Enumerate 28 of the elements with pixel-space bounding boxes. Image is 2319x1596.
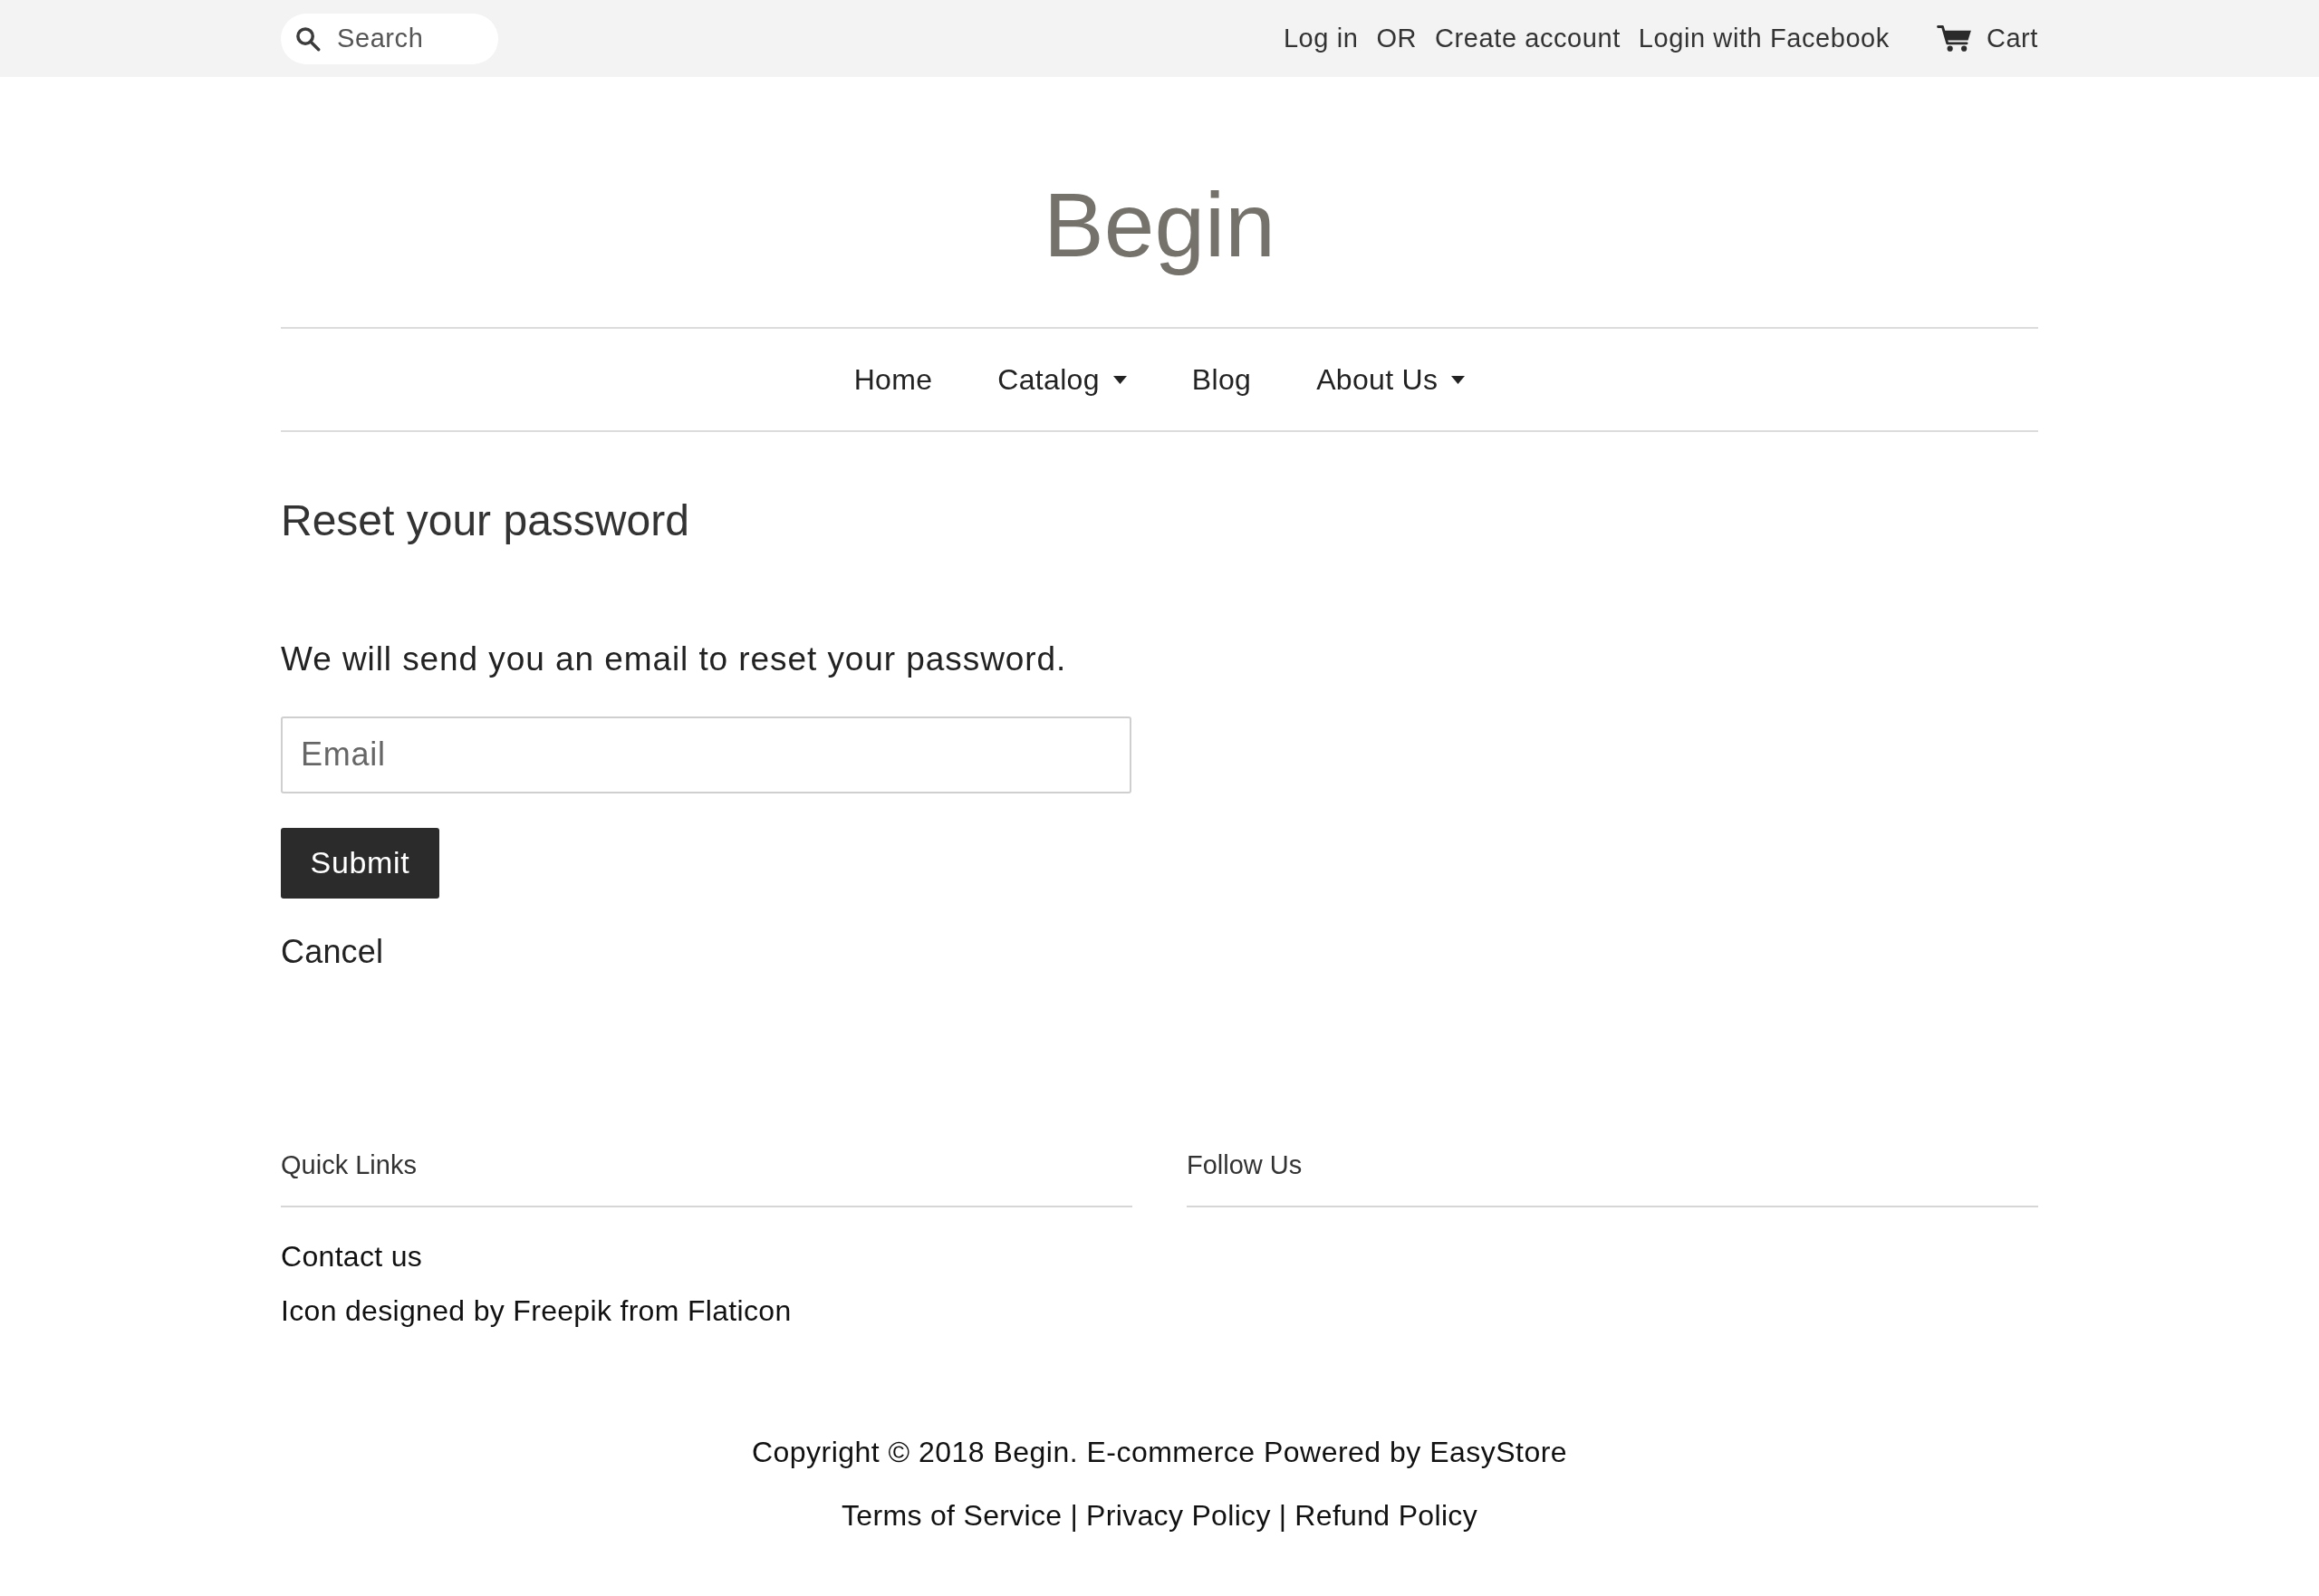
search-icon bbox=[295, 25, 321, 52]
separator-text: | bbox=[1278, 1498, 1287, 1534]
or-text: OR bbox=[1376, 22, 1418, 54]
copyright-text: Copyright © 2018 Begin. E-commerce Powered by EasyStore bbox=[751, 1434, 1568, 1470]
nav-link[interactable]: About Us bbox=[1316, 358, 1466, 401]
policy-link[interactable]: Privacy Policy bbox=[1086, 1497, 1271, 1535]
footer-heading: Quick Links bbox=[281, 1149, 417, 1181]
cart-link[interactable]: Cart bbox=[1936, 18, 2038, 59]
submit-button[interactable]: Submit bbox=[281, 827, 439, 899]
nav-link[interactable]: Home bbox=[853, 358, 933, 401]
cart-icon bbox=[1936, 24, 1972, 53]
separator-text: | bbox=[1070, 1498, 1079, 1534]
email-field[interactable]: Email bbox=[281, 716, 1131, 793]
policy-link[interactable]: Refund Policy bbox=[1294, 1497, 1477, 1535]
footer-link[interactable]: Contact us bbox=[281, 1238, 423, 1277]
nav-link[interactable]: Blog bbox=[1191, 358, 1252, 401]
policy-link[interactable]: Terms of Service bbox=[842, 1497, 1063, 1535]
footer-heading: Follow Us bbox=[1187, 1149, 1303, 1181]
intro-text: We will send you an email to reset your password. bbox=[281, 639, 1067, 679]
cancel-link[interactable]: Cancel bbox=[281, 930, 384, 974]
footer-link[interactable]: Icon designed by Freepik from Flaticon bbox=[281, 1293, 792, 1331]
store-title[interactable]: Begin bbox=[1044, 170, 1275, 279]
search-field[interactable]: Search bbox=[281, 13, 498, 64]
nav-link[interactable]: Catalog bbox=[997, 358, 1127, 401]
create-account-link[interactable]: Create account bbox=[1435, 18, 1621, 59]
facebook-login-link[interactable]: Login with Facebook bbox=[1638, 18, 1890, 59]
login-link[interactable]: Log in bbox=[1283, 18, 1359, 59]
page-heading: Reset your password bbox=[281, 495, 689, 546]
